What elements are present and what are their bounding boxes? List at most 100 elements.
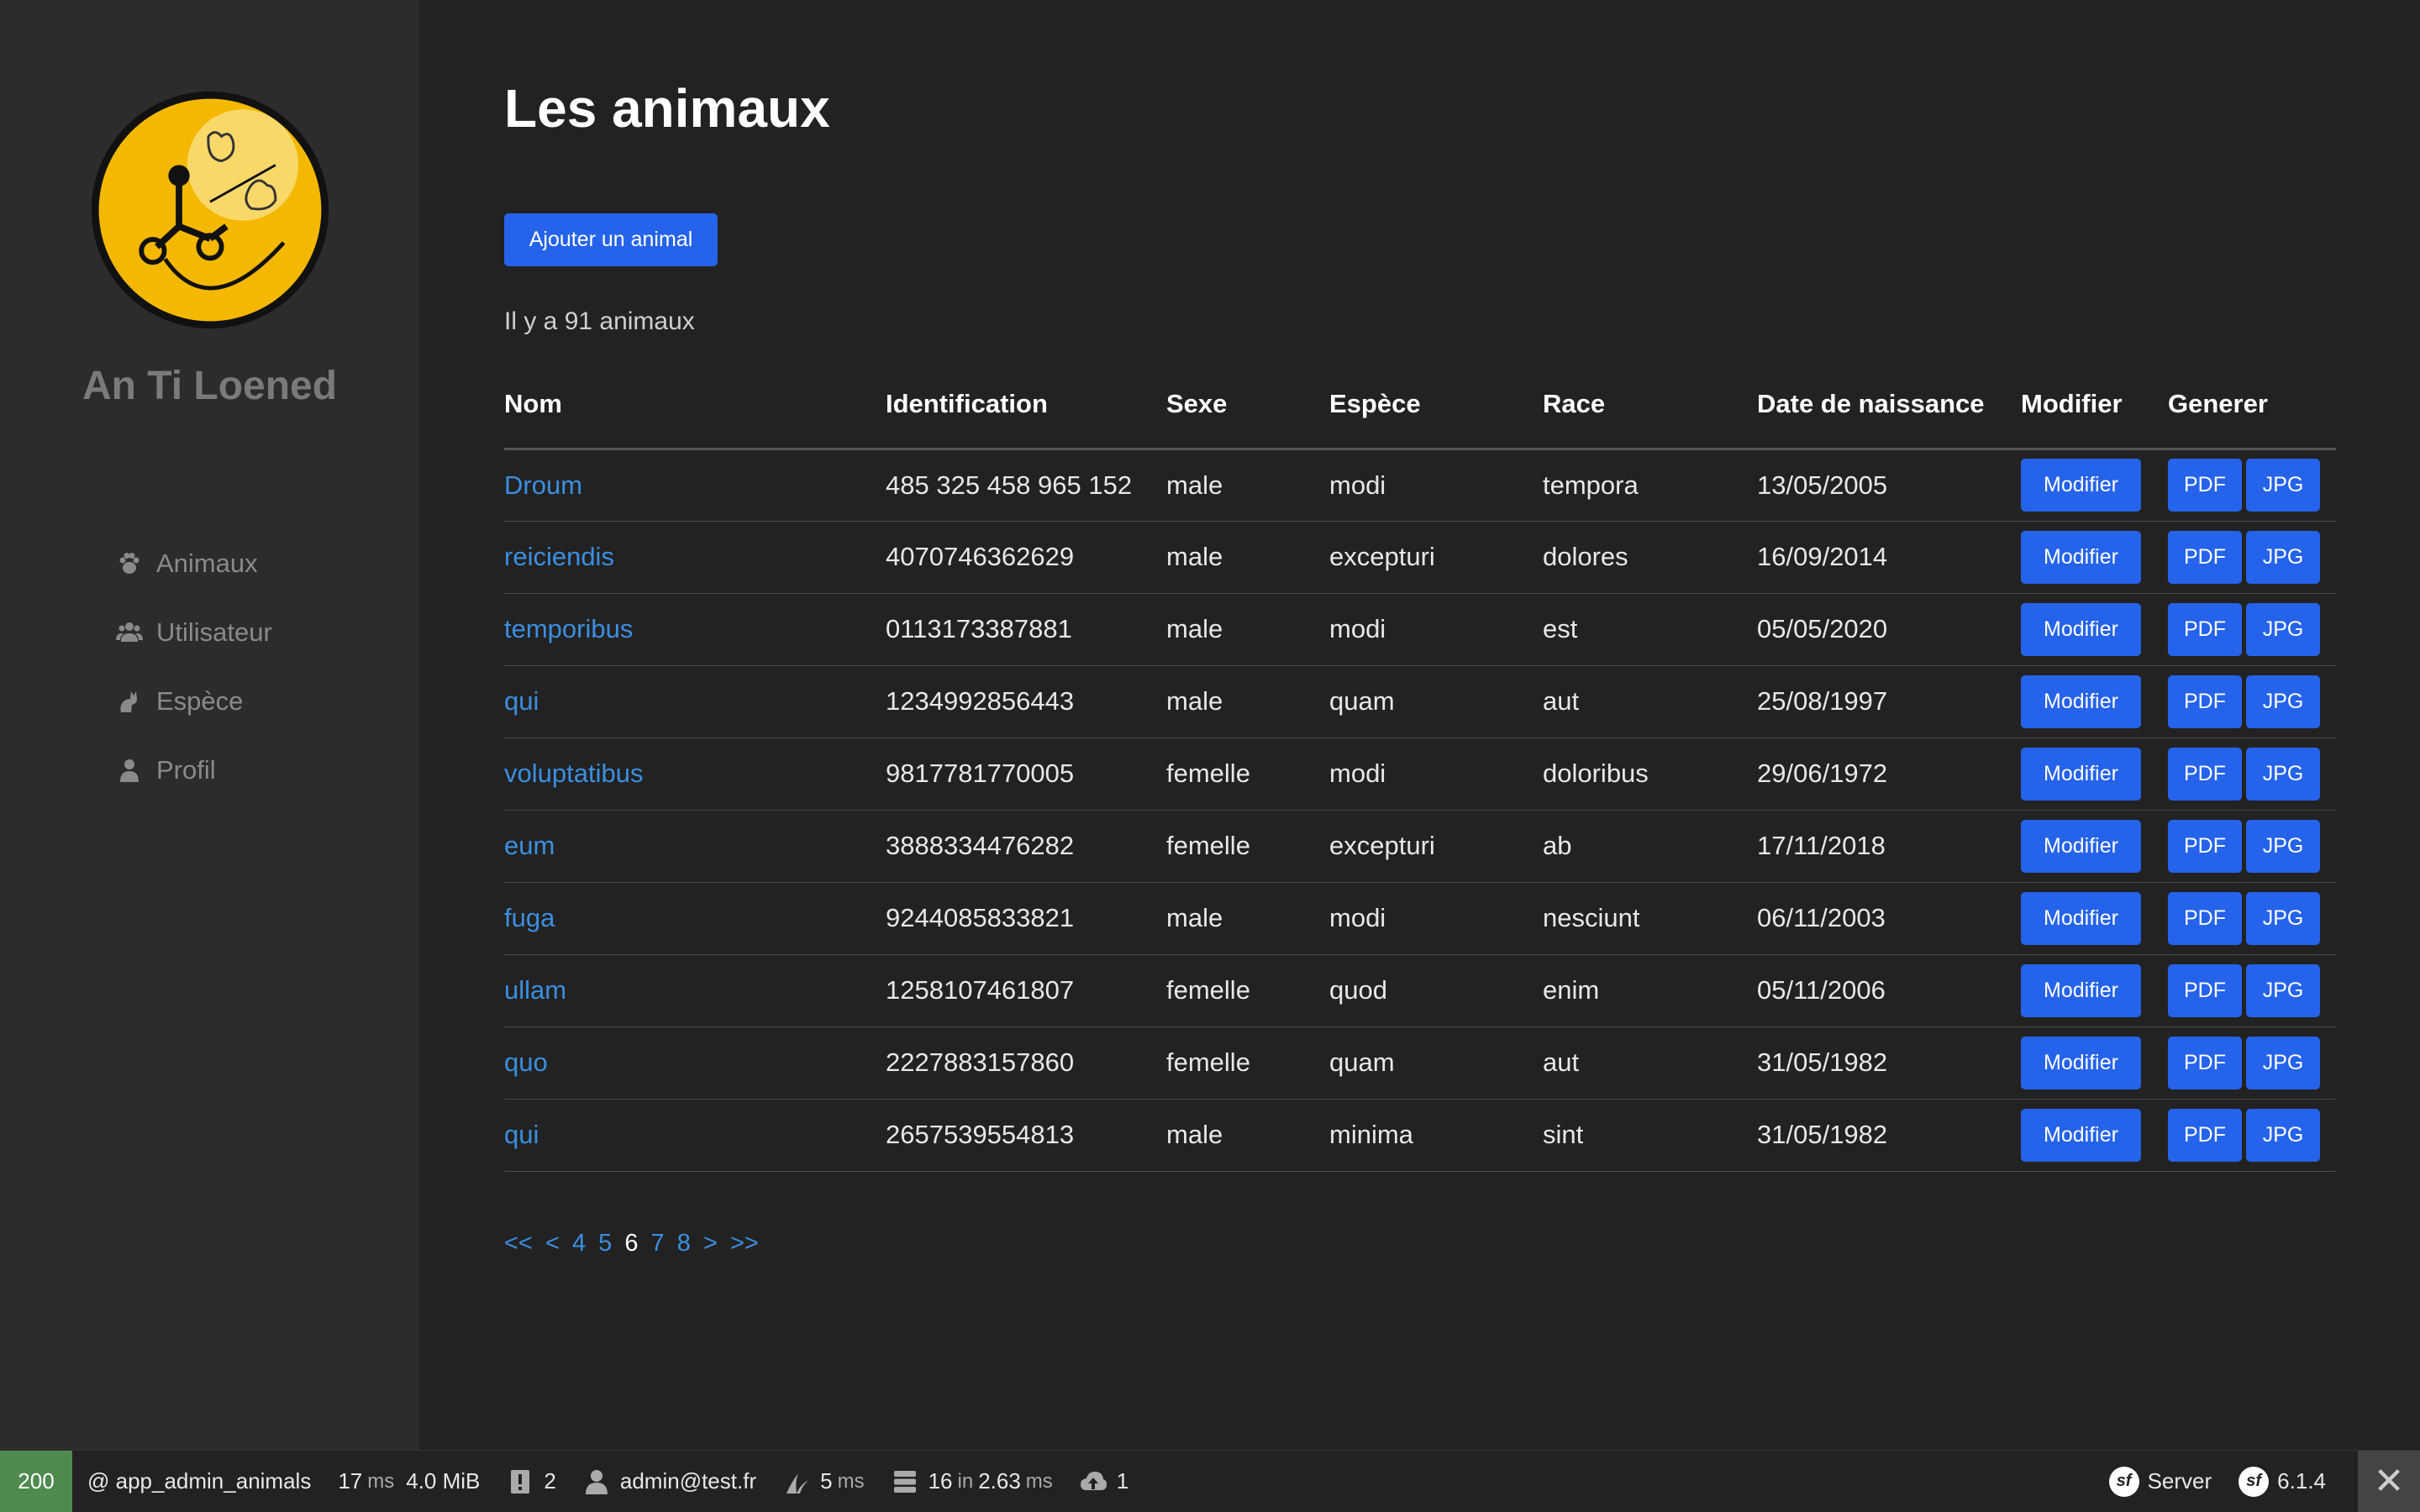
pagination-page[interactable]: 7 <box>651 1230 665 1257</box>
pagination-page[interactable]: 5 <box>598 1230 612 1257</box>
cell-modifier: Modifier <box>2021 1099 2168 1172</box>
pdf-button[interactable]: PDF <box>2168 1036 2242 1089</box>
time-value: 17 <box>338 1468 363 1494</box>
sidebar-item-utilisateur[interactable]: Utilisateur <box>116 598 272 667</box>
database-queries[interactable]: 16 in 2.63 ms <box>892 1468 1053 1495</box>
jpg-button[interactable]: JPG <box>2246 747 2320 801</box>
cell-race: dolores <box>1543 521 1757 594</box>
table-row: temporibus 0113173387881 male modi est 05/05/… <box>504 593 2336 666</box>
sidebar-item-label: Profil <box>156 755 216 785</box>
column-header: Nom <box>504 361 886 450</box>
cell-espece: quam <box>1329 1026 1543 1100</box>
modifier-button[interactable]: Modifier <box>2021 747 2141 801</box>
pagination-prev[interactable]: < <box>545 1230 560 1257</box>
symfony-icon: sf <box>2108 1466 2139 1497</box>
pagination-page[interactable]: 4 <box>572 1230 586 1257</box>
pdf-button[interactable]: PDF <box>2168 819 2242 873</box>
cell-nom: qui <box>504 1099 886 1172</box>
cell-generer: PDF JPG <box>2168 1099 2336 1172</box>
cell-naissance: 31/05/1982 <box>1757 1026 2021 1100</box>
security-user[interactable]: admin@test.fr <box>583 1468 756 1495</box>
jpg-button[interactable]: JPG <box>2246 675 2320 728</box>
db-query-count: 16 <box>928 1468 953 1494</box>
status-code-badge[interactable]: 200 <box>0 1450 72 1512</box>
jpg-button[interactable]: JPG <box>2246 819 2320 873</box>
jpg-button[interactable]: JPG <box>2246 602 2320 656</box>
sidebar-item-profil[interactable]: Profil <box>116 736 272 805</box>
animal-name-link[interactable]: reiciendis <box>504 542 614 571</box>
animal-name-link[interactable]: temporibus <box>504 614 633 643</box>
http-client[interactable]: 1 <box>1080 1468 1128 1495</box>
cell-generer: PDF JPG <box>2168 738 2336 811</box>
animal-name-link[interactable]: fuga <box>504 903 555 932</box>
animal-name-link[interactable]: Droum <box>504 470 582 500</box>
twig-time[interactable]: 5 ms <box>783 1468 865 1495</box>
sidebar-item-label: Animaux <box>156 549 258 578</box>
jpg-button[interactable]: JPG <box>2246 963 2320 1017</box>
route-name[interactable]: @ app_admin_animals <box>87 1468 311 1494</box>
http-client-count: 1 <box>1116 1468 1129 1494</box>
sidebar-nav: Animaux Utilisateur Espèce Profil <box>116 529 272 805</box>
table-row: quo 2227883157860 femelle quam aut 31/05/1982… <box>504 1026 2336 1100</box>
modifier-button[interactable]: Modifier <box>2021 891 2141 945</box>
add-animal-button[interactable]: Ajouter un animal <box>504 213 718 266</box>
request-time[interactable]: 17 ms <box>338 1468 394 1494</box>
animal-name-link[interactable]: eum <box>504 831 555 860</box>
pagination-first[interactable]: << <box>504 1230 533 1257</box>
jpg-button[interactable]: JPG <box>2246 459 2320 512</box>
server-info[interactable]: sf Server <box>2108 1466 2212 1497</box>
sidebar-item-espece[interactable]: Espèce <box>116 667 272 736</box>
jpg-button[interactable]: JPG <box>2246 1108 2320 1162</box>
cell-espece: modi <box>1329 449 1543 522</box>
cloud-upload-icon <box>1080 1471 1107 1490</box>
jpg-button[interactable]: JPG <box>2246 891 2320 945</box>
animal-name-link[interactable]: ullam <box>504 975 566 1005</box>
cell-sexe: male <box>1166 882 1329 955</box>
cell-identification: 485 325 458 965 152 <box>886 449 1166 522</box>
cell-naissance: 05/05/2020 <box>1757 593 2021 666</box>
modifier-button[interactable]: Modifier <box>2021 1036 2141 1089</box>
animal-name-link[interactable]: voluptatibus <box>504 759 643 788</box>
close-icon[interactable]: ✕ <box>2358 1450 2420 1512</box>
cell-naissance: 13/05/2005 <box>1757 449 2021 522</box>
pdf-button[interactable]: PDF <box>2168 459 2242 512</box>
pdf-button[interactable]: PDF <box>2168 747 2242 801</box>
pdf-button[interactable]: PDF <box>2168 602 2242 656</box>
paw-icon <box>119 553 139 574</box>
jpg-button[interactable]: JPG <box>2246 530 2320 584</box>
db-time-value: 2.63 <box>978 1468 1021 1494</box>
server-label: Server <box>2147 1468 2212 1494</box>
pagination-next[interactable]: > <box>703 1230 718 1257</box>
pdf-button[interactable]: PDF <box>2168 675 2242 728</box>
pagination-page[interactable]: 8 <box>677 1230 691 1257</box>
jpg-button[interactable]: JPG <box>2246 1036 2320 1089</box>
cell-nom: reiciendis <box>504 521 886 594</box>
cell-modifier: Modifier <box>2021 882 2168 955</box>
sidebar-item-animaux[interactable]: Animaux <box>116 529 272 598</box>
modifier-button[interactable]: Modifier <box>2021 819 2141 873</box>
modifier-button[interactable]: Modifier <box>2021 1108 2141 1162</box>
cell-modifier: Modifier <box>2021 738 2168 811</box>
column-header: Identification <box>886 361 1166 450</box>
route-label: @ app_admin_animals <box>87 1468 312 1494</box>
cell-naissance: 06/11/2003 <box>1757 882 2021 955</box>
modifier-button[interactable]: Modifier <box>2021 675 2141 728</box>
pdf-button[interactable]: PDF <box>2168 530 2242 584</box>
pagination-last[interactable]: >> <box>730 1230 759 1257</box>
modifier-button[interactable]: Modifier <box>2021 602 2141 656</box>
logs-panel[interactable]: 2 <box>507 1468 556 1495</box>
modifier-button[interactable]: Modifier <box>2021 963 2141 1017</box>
symfony-version[interactable]: sf 6.1.4 <box>2238 1466 2326 1497</box>
table-row: reiciendis 4070746362629 male excepturi dolo… <box>504 521 2336 594</box>
modifier-button[interactable]: Modifier <box>2021 530 2141 584</box>
cell-sexe: femelle <box>1166 1026 1329 1100</box>
modifier-button[interactable]: Modifier <box>2021 459 2141 512</box>
animal-name-link[interactable]: qui <box>504 686 539 716</box>
memory-usage[interactable]: 4.0 MiB <box>406 1468 480 1494</box>
pdf-button[interactable]: PDF <box>2168 963 2242 1017</box>
pdf-button[interactable]: PDF <box>2168 1108 2242 1162</box>
animal-name-link[interactable]: qui <box>504 1120 539 1149</box>
animal-name-link[interactable]: quo <box>504 1047 548 1077</box>
column-header: Modifier <box>2021 361 2168 450</box>
pdf-button[interactable]: PDF <box>2168 891 2242 945</box>
